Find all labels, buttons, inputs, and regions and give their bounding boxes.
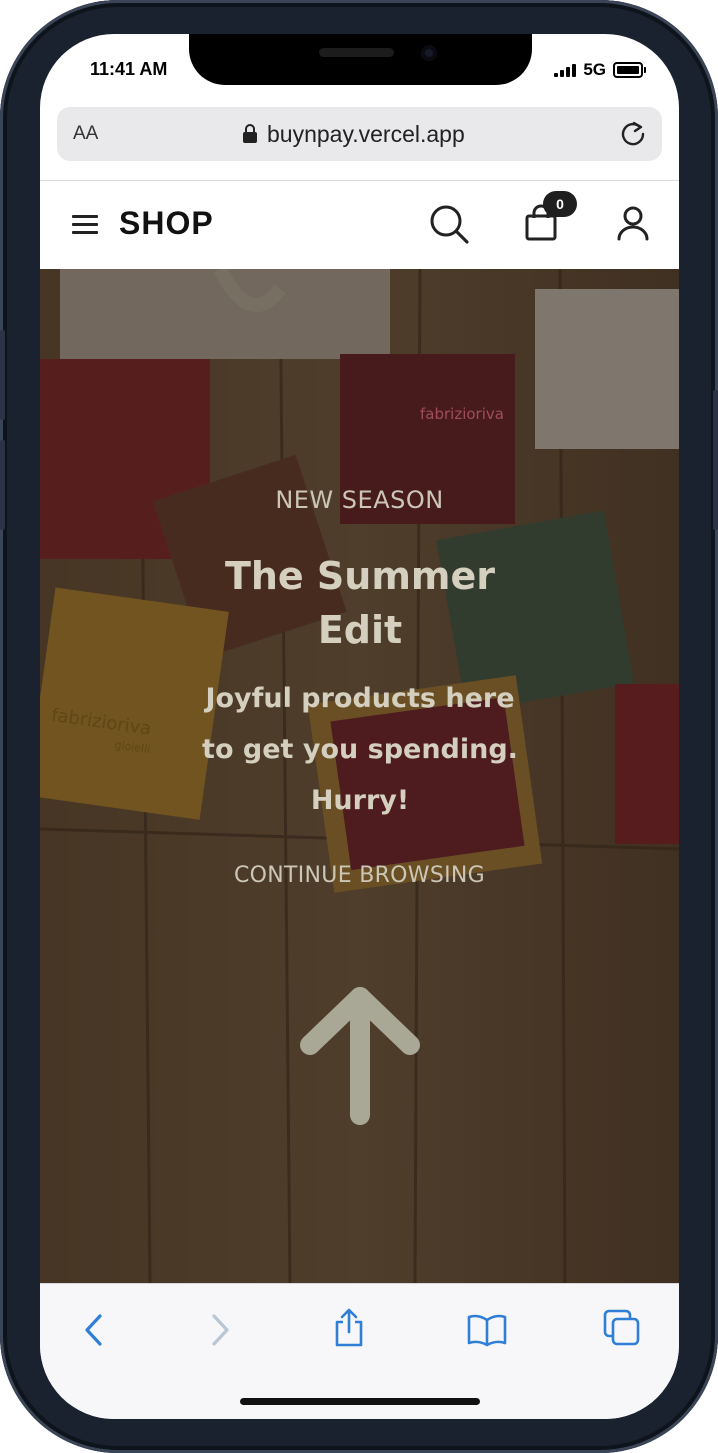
notch: [189, 34, 532, 85]
site-header: SHOP 0: [40, 180, 679, 269]
hamburger-icon[interactable]: [72, 215, 98, 235]
chevron-left-icon[interactable]: [80, 1312, 110, 1352]
search-icon[interactable]: [428, 203, 472, 251]
arrow-up-icon[interactable]: [300, 985, 420, 1129]
url-text: buynpay.vercel.app: [267, 121, 465, 147]
status-time: 11:41 AM: [90, 59, 168, 79]
signal-icon: [554, 63, 577, 77]
network-type: 5G: [583, 60, 606, 79]
battery-icon: [613, 62, 646, 78]
status-indicators: 5G: [554, 60, 646, 80]
share-icon[interactable]: [332, 1306, 366, 1352]
user-icon[interactable]: [616, 205, 650, 245]
front-camera: [421, 45, 437, 61]
speaker: [319, 48, 394, 57]
volume-down-button: [0, 440, 5, 530]
tabs-icon[interactable]: [602, 1308, 642, 1352]
reload-icon[interactable]: [618, 119, 648, 153]
address-bar[interactable]: AA buynpay.vercel.app: [57, 107, 662, 161]
continue-browsing-link[interactable]: CONTINUE BROWSING: [40, 863, 679, 888]
url-display[interactable]: buynpay.vercel.app: [243, 121, 465, 148]
lock-icon: [243, 124, 257, 143]
hero-content: NEW SEASON The Summer Edit Joyful produc…: [40, 269, 679, 1283]
power-button: [713, 390, 718, 530]
browser-toolbar: [40, 1283, 679, 1419]
text-size-button[interactable]: AA: [73, 123, 98, 145]
hero-kicker: NEW SEASON: [275, 486, 444, 514]
hero-banner: fabrizioriva fabrizioriva gioielli NEW S…: [40, 269, 679, 1283]
site-logo[interactable]: SHOP: [119, 205, 214, 242]
chevron-right-icon[interactable]: [204, 1312, 234, 1352]
home-indicator: [240, 1398, 480, 1405]
hero-title: The Summer Edit: [224, 554, 496, 652]
cart-count-badge: 0: [543, 191, 577, 217]
screen: 11:41 AM 5G AA buynpay.vercel.app SHOP 0…: [40, 34, 679, 1419]
volume-up-button: [0, 330, 5, 420]
book-icon[interactable]: [466, 1312, 508, 1352]
hero-subtitle: Joyful products here to get you spending…: [202, 683, 518, 816]
